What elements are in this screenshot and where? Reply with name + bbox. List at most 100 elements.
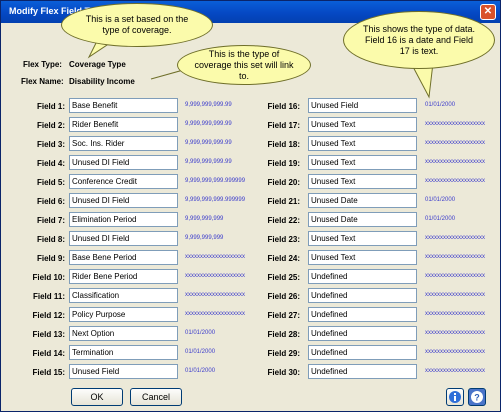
- field-title-input[interactable]: Unused DI Field: [69, 231, 178, 246]
- field-format-hint: xxxxxxxxxxxxxxxxxxxx: [185, 273, 245, 279]
- flex-name-label: Flex Name:: [21, 77, 64, 86]
- field-format-hint: 01/01/2000: [425, 197, 456, 203]
- field-title-input[interactable]: Rider Bene Period: [69, 269, 178, 284]
- field-title-input[interactable]: Undefined: [308, 288, 417, 303]
- field-title-input[interactable]: Unused Text: [308, 136, 417, 151]
- field-label: Field 8:: [36, 235, 65, 244]
- field-title-input[interactable]: Unused Text: [308, 117, 417, 132]
- field-format-hint: xxxxxxxxxxxxxxxxxxxx: [425, 121, 485, 127]
- field-label: Field 7:: [36, 216, 65, 225]
- modify-flex-field-titles-window: Modify Flex Field Titles ✕ Flex Type: Co…: [0, 0, 501, 412]
- info-icon[interactable]: [446, 388, 464, 406]
- field-label: Field 9:: [36, 254, 65, 263]
- field-title-input[interactable]: Next Option: [69, 326, 178, 341]
- field-title-input[interactable]: Soc. Ins. Rider: [69, 136, 178, 151]
- field-format-hint: xxxxxxxxxxxxxxxxxxxx: [425, 159, 485, 165]
- field-label: Field 30:: [267, 368, 300, 377]
- flex-type-label: Flex Type:: [23, 60, 62, 69]
- field-title-input[interactable]: Unused Text: [308, 174, 417, 189]
- field-label: Field 14:: [32, 349, 65, 358]
- info-glyph: [449, 391, 461, 403]
- field-title-input[interactable]: Unused Text: [308, 231, 417, 246]
- field-label: Field 2:: [36, 121, 65, 130]
- field-label: Field 23:: [267, 235, 300, 244]
- field-label: Field 24:: [267, 254, 300, 263]
- field-title-input[interactable]: Unused Date: [308, 193, 417, 208]
- field-title-input[interactable]: Undefined: [308, 364, 417, 379]
- field-label: Field 12:: [32, 311, 65, 320]
- field-label: Field 18:: [267, 140, 300, 149]
- field-label: Field 27:: [267, 311, 300, 320]
- field-title-input[interactable]: Conference Credit: [69, 174, 178, 189]
- callout-coverage-set-text: This is a set based on the type of cover…: [85, 14, 189, 35]
- field-title-input[interactable]: Undefined: [308, 269, 417, 284]
- field-format-hint: 9,999,999,999: [185, 216, 224, 222]
- field-format-hint: xxxxxxxxxxxxxxxxxxxx: [425, 368, 485, 374]
- field-title-input[interactable]: Elimination Period: [69, 212, 178, 227]
- field-title-input[interactable]: Base Benefit: [69, 98, 178, 113]
- field-title-input[interactable]: Unused DI Field: [69, 193, 178, 208]
- field-title-input[interactable]: Base Bene Period: [69, 250, 178, 265]
- callout-coverage-set: This is a set based on the type of cover…: [61, 3, 213, 47]
- field-label: Field 4:: [36, 159, 65, 168]
- field-title-input[interactable]: Unused DI Field: [69, 155, 178, 170]
- ok-button[interactable]: OK: [71, 388, 123, 406]
- svg-text:?: ?: [474, 393, 480, 403]
- field-label: Field 3:: [36, 140, 65, 149]
- field-title-input[interactable]: Undefined: [308, 326, 417, 341]
- field-format-hint: 01/01/2000: [185, 349, 216, 355]
- field-format-hint: xxxxxxxxxxxxxxxxxxxx: [425, 235, 485, 241]
- callout-link-to-text: This is the type of coverage this set wi…: [194, 48, 294, 81]
- cancel-button[interactable]: Cancel: [130, 388, 182, 406]
- field-format-hint: xxxxxxxxxxxxxxxxxxxx: [425, 349, 485, 355]
- field-label: Field 21:: [267, 197, 300, 206]
- field-format-hint: xxxxxxxxxxxxxxxxxxxx: [425, 178, 485, 184]
- field-format-hint: 9,999,999,999.999999: [185, 197, 246, 203]
- field-label: Field 22:: [267, 216, 300, 225]
- field-label: Field 10:: [32, 273, 65, 282]
- field-format-hint: xxxxxxxxxxxxxxxxxxxx: [425, 273, 485, 279]
- field-label: Field 26:: [267, 292, 300, 301]
- help-icon[interactable]: ?: [468, 388, 486, 406]
- field-format-hint: xxxxxxxxxxxxxxxxxxxx: [425, 254, 485, 260]
- field-format-hint: xxxxxxxxxxxxxxxxxxxx: [425, 140, 485, 146]
- field-format-hint: xxxxxxxxxxxxxxxxxxxx: [425, 330, 485, 336]
- field-title-input[interactable]: Undefined: [308, 345, 417, 360]
- field-label: Field 19:: [267, 159, 300, 168]
- field-format-hint: 01/01/2000: [425, 216, 456, 222]
- field-format-hint: xxxxxxxxxxxxxxxxxxxx: [185, 311, 245, 317]
- field-label: Field 28:: [267, 330, 300, 339]
- field-format-hint: 9,999,999,999.999999: [185, 178, 246, 184]
- field-label: Field 15:: [32, 368, 65, 377]
- field-title-input[interactable]: Unused Text: [308, 155, 417, 170]
- field-label: Field 6:: [36, 197, 65, 206]
- field-title-input[interactable]: Classification: [69, 288, 178, 303]
- field-title-input[interactable]: Unused Field: [308, 98, 417, 113]
- field-format-hint: 01/01/2000: [425, 102, 456, 108]
- field-label: Field 29:: [267, 349, 300, 358]
- close-icon[interactable]: ✕: [480, 4, 496, 20]
- field-label: Field 17:: [267, 121, 300, 130]
- field-format-hint: 9,999,999,999: [185, 235, 224, 241]
- field-format-hint: 9,999,999,999.99: [185, 102, 232, 108]
- flex-type-value: Coverage Type: [69, 60, 126, 69]
- field-label: Field 20:: [267, 178, 300, 187]
- field-label: Field 16:: [267, 102, 300, 111]
- flex-name-value: Disability Income: [69, 77, 135, 86]
- field-title-input[interactable]: Policy Purpose: [69, 307, 178, 322]
- field-title-input[interactable]: Undefined: [308, 307, 417, 322]
- field-title-input[interactable]: Unused Field: [69, 364, 178, 379]
- callout-link-to: This is the type of coverage this set wi…: [177, 45, 311, 85]
- field-title-input[interactable]: Unused Date: [308, 212, 417, 227]
- field-label: Field 1:: [36, 102, 65, 111]
- field-title-input[interactable]: Termination: [69, 345, 178, 360]
- field-format-hint: 9,999,999,999.99: [185, 121, 232, 127]
- field-title-input[interactable]: Unused Text: [308, 250, 417, 265]
- field-label: Field 5:: [36, 178, 65, 187]
- field-format-hint: xxxxxxxxxxxxxxxxxxxx: [425, 292, 485, 298]
- field-title-input[interactable]: Rider Benefit: [69, 117, 178, 132]
- field-label: Field 25:: [267, 273, 300, 282]
- field-format-hint: 01/01/2000: [185, 368, 216, 374]
- field-format-hint: 9,999,999,999.99: [185, 159, 232, 165]
- field-label: Field 13:: [32, 330, 65, 339]
